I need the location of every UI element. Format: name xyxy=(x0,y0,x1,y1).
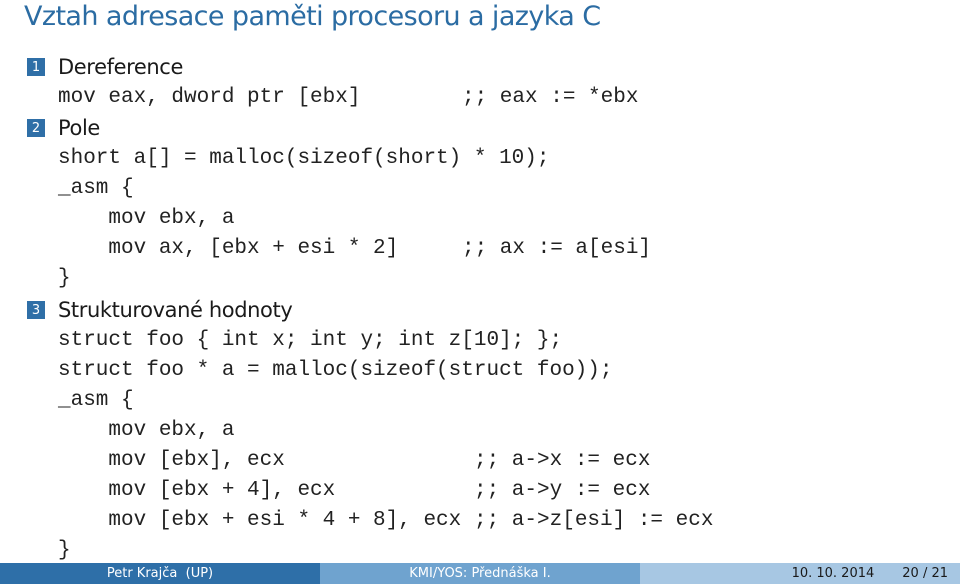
item-number-badge: 3 xyxy=(27,301,45,319)
course-text: KMI/YOS: Přednáška I. xyxy=(409,566,551,581)
code-line: mov ebx, a xyxy=(58,207,235,230)
code-comment: ;; eax := *ebx xyxy=(462,86,639,109)
code-comment: ;; a->y := ecx xyxy=(474,479,651,502)
code-line: short a[] = malloc(sizeof(short) * 10); xyxy=(58,147,550,170)
section-label: Strukturované hodnoty xyxy=(58,298,293,322)
footer-author: Petr Krajča (UP) xyxy=(0,563,320,584)
section-1-heading: 1 Dereference xyxy=(27,52,183,82)
date-text: 10. 10. 2014 xyxy=(791,566,875,581)
author-text: Petr Krajča (UP) xyxy=(106,566,214,581)
section-label: Dereference xyxy=(58,55,183,79)
section-2-heading: 2 Pole xyxy=(27,113,100,143)
code-comment: ;; ax := a[esi] xyxy=(462,237,652,260)
code-line: } xyxy=(58,539,71,562)
code-comment: ;; a->z[esi] := ecx xyxy=(474,509,714,532)
footer-course: KMI/YOS: Přednáška I. xyxy=(320,563,640,584)
code-line: mov [ebx], ecx xyxy=(58,449,285,472)
item-number-badge: 1 xyxy=(27,58,45,76)
code-line: struct foo { int x; int y; int z[10]; }; xyxy=(58,329,563,352)
page-number: 20 / 21 xyxy=(902,566,948,581)
code-line: } xyxy=(58,267,71,290)
code-line: struct foo * a = malloc(sizeof(struct fo… xyxy=(58,359,613,382)
footer-date-page: 10. 10. 2014 20 / 21 xyxy=(640,563,960,584)
code-line: _asm { xyxy=(58,389,134,412)
code-line: mov ax, [ebx + esi * 2] xyxy=(58,237,399,260)
slide-title: Vztah adresace paměti procesoru a jazyka… xyxy=(24,1,601,32)
code-line: mov [ebx + 4], ecx xyxy=(58,479,336,502)
code-line: mov ebx, a xyxy=(58,419,235,442)
footer-bar: Petr Krajča (UP) KMI/YOS: Přednáška I. 1… xyxy=(0,563,960,584)
section-3-heading: 3 Strukturované hodnoty xyxy=(27,295,293,325)
code-line: _asm { xyxy=(58,177,134,200)
item-number-badge: 2 xyxy=(27,119,45,137)
code-line: mov eax, dword ptr [ebx] xyxy=(58,86,361,109)
code-line: mov [ebx + esi * 4 + 8], ecx xyxy=(58,509,462,532)
section-label: Pole xyxy=(58,116,100,140)
code-comment: ;; a->x := ecx xyxy=(474,449,651,472)
